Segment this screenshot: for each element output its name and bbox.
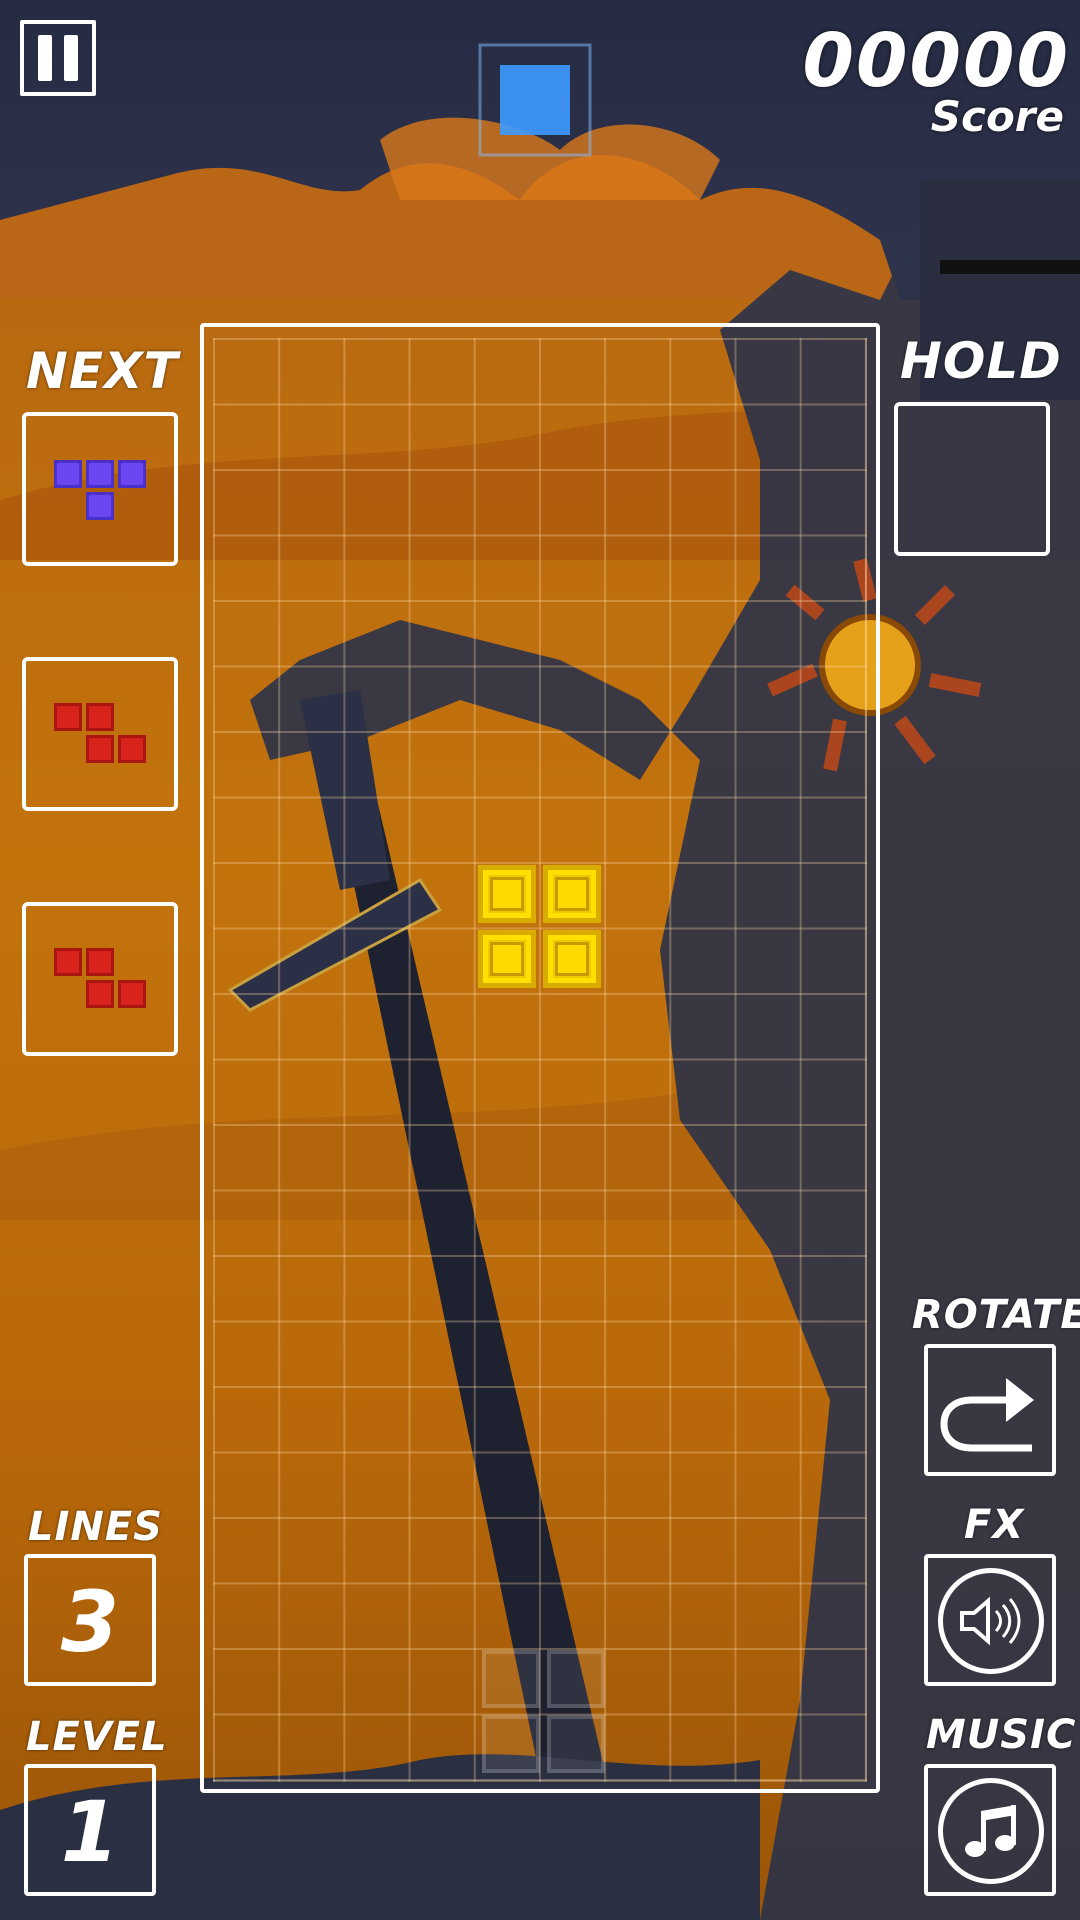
music-button[interactable] [924, 1764, 1056, 1896]
active-o-block [543, 865, 601, 923]
lines-label: LINES [28, 1504, 163, 1550]
level-box: 1 [24, 1764, 156, 1896]
ghost-block [482, 1715, 540, 1773]
next-z-block [54, 948, 82, 976]
playfield[interactable] [200, 323, 880, 1793]
rotate-arrow-icon [940, 1378, 1034, 1452]
ghost-block [547, 1650, 605, 1708]
next-z-block [54, 703, 82, 731]
next-label: NEXT [26, 342, 179, 400]
pause-icon [38, 35, 52, 81]
pause-icon-bar [64, 35, 78, 81]
pause-button[interactable] [20, 20, 96, 96]
next-slot-2 [22, 657, 178, 811]
next-t-block [86, 492, 114, 520]
next-z-block [118, 980, 146, 1008]
active-o-block [543, 930, 601, 988]
active-o-block [478, 865, 536, 923]
next-z-block [118, 735, 146, 763]
fx-button[interactable] [924, 1554, 1056, 1686]
hold-slot[interactable] [894, 402, 1050, 556]
next-slot-3 [22, 902, 178, 1056]
ghost-block [482, 1650, 540, 1708]
speaker-icon [938, 1568, 1044, 1674]
next-t-block [118, 460, 146, 488]
level-value: 1 [60, 1783, 120, 1881]
next-t-block [86, 460, 114, 488]
music-label: MUSIC [926, 1712, 1077, 1758]
rotate-button[interactable] [924, 1344, 1056, 1476]
ghost-block [547, 1715, 605, 1773]
next-t-block [54, 460, 82, 488]
next-z-block [86, 948, 114, 976]
next-z-block [86, 735, 114, 763]
hold-label: HOLD [900, 332, 1062, 390]
music-note-icon [938, 1778, 1044, 1884]
score-label: Score [930, 92, 1064, 141]
lines-box: 3 [24, 1554, 156, 1686]
next-z-block [86, 980, 114, 1008]
fx-label: FX [964, 1502, 1025, 1548]
active-o-block [478, 930, 536, 988]
rotate-label: ROTATE [912, 1292, 1080, 1338]
lines-value: 3 [60, 1573, 120, 1671]
level-label: LEVEL [26, 1714, 168, 1760]
next-slot-1 [22, 412, 178, 566]
next-z-block [86, 703, 114, 731]
